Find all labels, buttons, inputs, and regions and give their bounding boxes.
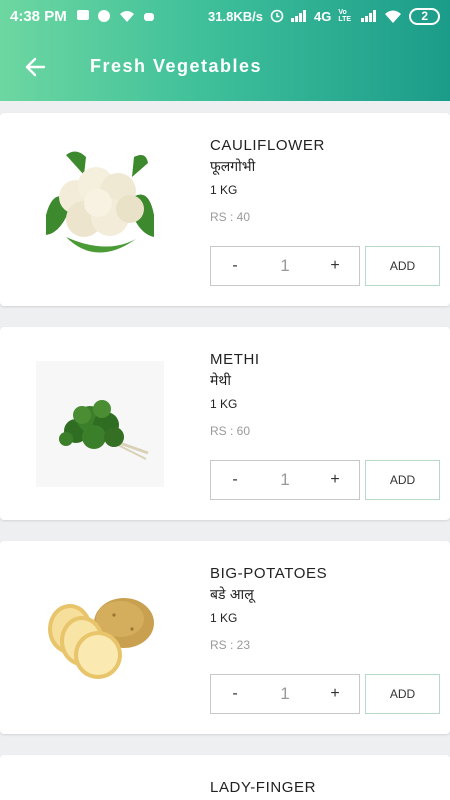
- decrease-button[interactable]: -: [211, 257, 259, 275]
- status-bar: 4:38 PM 31.8KB/s 4G Vo LTE 2: [0, 0, 450, 32]
- product-name: LADY-FINGER: [210, 779, 317, 796]
- battery-icon: 2: [409, 7, 440, 25]
- add-button[interactable]: ADD: [365, 246, 440, 286]
- wifi-icon: [119, 11, 134, 22]
- increase-button[interactable]: +: [311, 257, 359, 275]
- quantity-value: 1: [280, 256, 290, 275]
- product-weight: 1 KG: [210, 397, 238, 411]
- product-weight: 1 KG: [210, 183, 238, 197]
- add-button[interactable]: ADD: [365, 674, 440, 714]
- sms-icon: [76, 10, 89, 20]
- product-price: RS : 40: [210, 210, 251, 224]
- chat-icon: [97, 10, 110, 22]
- signal-icon-2: [361, 10, 377, 22]
- product-name: CAULIFLOWER: [210, 137, 325, 154]
- page-title: Fresh Vegetables: [90, 56, 263, 76]
- product-price: RS : 23: [210, 638, 251, 652]
- decrease-button[interactable]: -: [211, 685, 259, 703]
- quantity-stepper: - 1 +: [210, 674, 360, 714]
- signal-icon: [290, 10, 306, 22]
- product-card-lady-finger: LADY-FINGER: [0, 755, 450, 800]
- product-card-big-potatoes: BIG-POTATOES बडे आलू 1 KG RS : 23 - 1 + …: [0, 541, 450, 734]
- top-bar: 4:38 PM 31.8KB/s 4G Vo LTE 2 Fresh Veget…: [0, 0, 450, 101]
- back-button[interactable]: [0, 32, 70, 101]
- product-card-methi: METHI मेथी 1 KG RS : 60 - 1 + ADD: [0, 327, 450, 520]
- decrease-button[interactable]: -: [211, 471, 259, 489]
- add-button[interactable]: ADD: [365, 460, 440, 500]
- product-hindi-name: मेथी: [210, 373, 231, 389]
- wifi-icon-2: [385, 10, 402, 23]
- increase-button[interactable]: +: [311, 471, 359, 489]
- app-bar: Fresh Vegetables: [0, 32, 450, 101]
- product-hindi-name: बडे आलू: [210, 587, 254, 603]
- product-card-cauliflower: CAULIFLOWER फूलगोभी 1 KG RS : 40 - 1 + A…: [0, 113, 450, 306]
- network-type: 4G: [313, 8, 332, 24]
- volte-label: Vo LTE: [338, 9, 352, 23]
- quantity-stepper: - 1 +: [210, 246, 360, 286]
- methi-image: [36, 361, 164, 487]
- quantity-stepper: - 1 +: [210, 460, 360, 500]
- product-price: RS : 60: [210, 424, 251, 438]
- product-hindi-name: फूलगोभी: [210, 159, 256, 175]
- quantity-value: 1: [280, 470, 290, 489]
- quantity-value: 1: [280, 684, 290, 703]
- potatoes-image: [36, 571, 164, 697]
- increase-button[interactable]: +: [311, 685, 359, 703]
- cauliflower-image: [36, 145, 164, 271]
- network-speed: 31.8KB/s: [208, 8, 263, 24]
- product-weight: 1 KG: [210, 611, 238, 625]
- status-time: 4:38 PM: [10, 7, 67, 25]
- arrow-left-icon: [25, 57, 46, 76]
- product-name: BIG-POTATOES: [210, 565, 328, 582]
- product-name: METHI: [210, 351, 260, 368]
- android-icon: [143, 13, 154, 21]
- alarm-icon: [270, 9, 284, 23]
